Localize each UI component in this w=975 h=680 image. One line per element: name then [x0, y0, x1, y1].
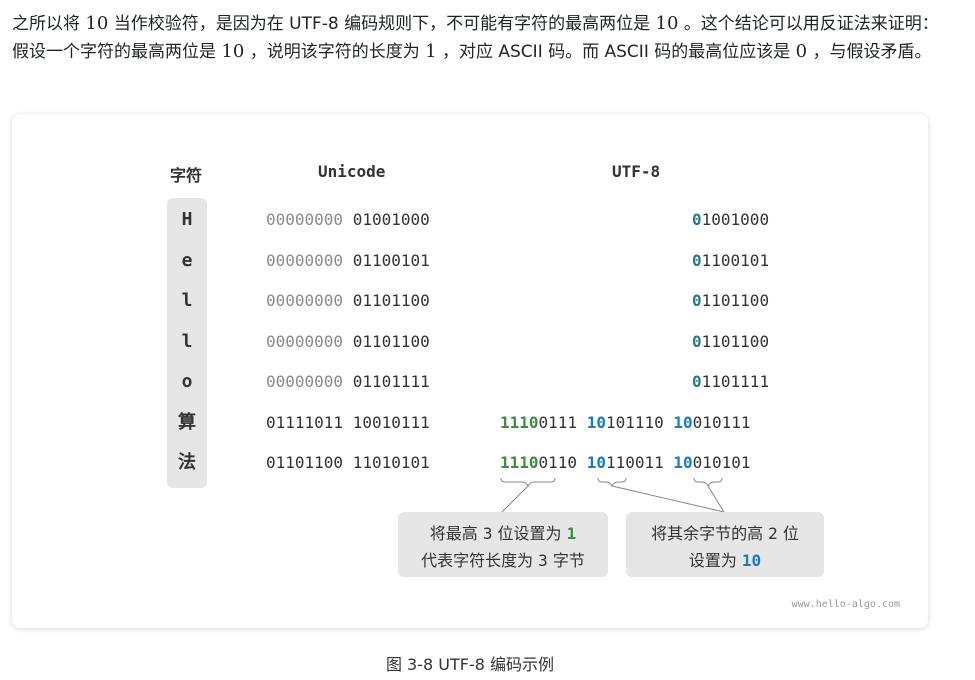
note-text: 将其余字节的高 [651, 524, 764, 543]
paragraph-text: 当作校验符，是因为在 UTF-8 编码规则下，不可能有字符的最高两位是 [113, 14, 651, 34]
watermark: www.hello-algo.com [791, 599, 900, 610]
lead-note-line-1: 将最高 3 位设置为 1 [398, 520, 608, 547]
note-highlight: 1 [566, 524, 577, 543]
figure-card: 字符 Unicode UTF-8 H e l l o 算 法 00000000 … [12, 114, 928, 628]
note-text: 位 [782, 524, 799, 543]
note-text: 设置为 [688, 551, 737, 570]
paragraph-number: 10 [221, 41, 245, 62]
paragraph-number: 10 [85, 13, 109, 34]
note-number: 3 [538, 551, 548, 570]
note-number: 2 [768, 524, 778, 543]
lead-note-line-2: 代表字符长度为 3 字节 [398, 547, 608, 574]
note-text: 代表字符长度为 [421, 551, 534, 570]
paragraph-text: ，说明该字符的长度为 [249, 42, 420, 62]
note-text: 将最高 [429, 524, 478, 543]
continuation-connector-line-2 [707, 485, 725, 513]
lead-byte-note: 将最高 3 位设置为 1 代表字符长度为 3 字节 [398, 512, 608, 577]
lead-prefix-bracket [500, 477, 556, 488]
note-highlight: 10 [741, 551, 762, 570]
continuation-byte-note: 将其余字节的高 2 位 设置为 10 [626, 512, 824, 577]
paragraph-text: 之所以将 [12, 14, 80, 34]
lead-connector-line [501, 485, 529, 513]
note-text: 位设置为 [497, 524, 562, 543]
paragraph-number: 10 [655, 13, 679, 34]
explanation-paragraph: 之所以将 10 当作校验符，是因为在 UTF-8 编码规则下，不可能有字符的最高… [12, 10, 952, 66]
note-number: 3 [482, 524, 493, 543]
paragraph-number: 0 [795, 41, 808, 62]
paragraph-text: ，对应 ASCII 码。而 ASCII 码的最高位应该是 [441, 42, 791, 62]
continuation-note-line-2: 设置为 10 [626, 547, 824, 574]
continuation-note-line-1: 将其余字节的高 2 位 [626, 520, 824, 547]
continuation-bracket-1 [597, 477, 627, 488]
paragraph-text: ，与假设矛盾。 [812, 42, 932, 62]
continuation-connector-line-1 [611, 485, 725, 513]
continuation-bracket-2 [693, 477, 723, 488]
figure-caption: 图 3-8 UTF-8 编码示例 [385, 655, 555, 674]
note-text: 字节 [552, 551, 585, 570]
paragraph-number: 1 [425, 41, 437, 62]
